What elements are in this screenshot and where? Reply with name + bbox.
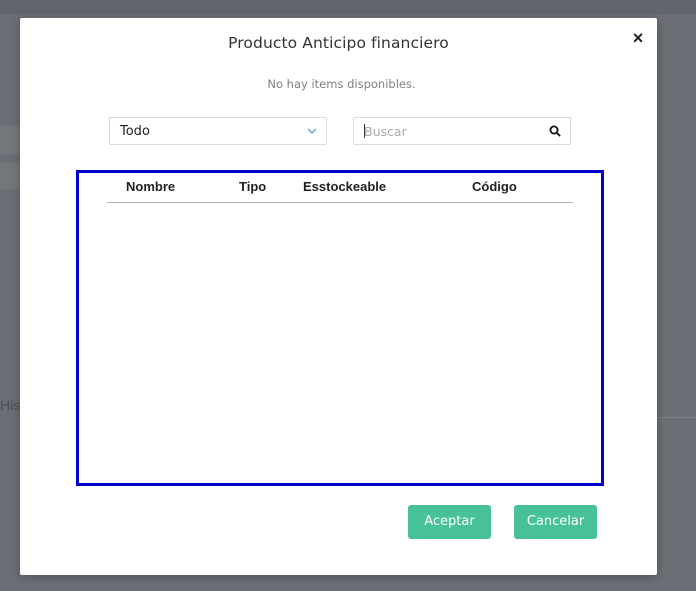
background-panel <box>0 126 20 154</box>
search-icon[interactable] <box>549 125 561 137</box>
background-panel <box>0 163 20 189</box>
column-header-esstockeable[interactable]: Esstockeable <box>303 179 386 194</box>
cancel-button[interactable]: Cancelar <box>514 505 597 539</box>
background-divider <box>657 417 696 418</box>
chevron-down-icon <box>307 128 317 134</box>
column-header-codigo[interactable]: Código <box>472 179 517 194</box>
column-header-tipo[interactable]: Tipo <box>239 179 266 194</box>
column-header-nombre[interactable]: Nombre <box>126 179 175 194</box>
modal-title: Producto Anticipo financiero <box>228 34 449 52</box>
table-header: Nombre Tipo Esstockeable Código <box>107 173 573 203</box>
accept-button[interactable]: Aceptar <box>408 505 491 539</box>
empty-message: No hay items disponibles. <box>267 77 416 91</box>
search-input[interactable] <box>364 123 544 139</box>
type-filter-select[interactable]: Todo <box>109 117 327 145</box>
product-modal: × Producto Anticipo financiero No hay it… <box>20 18 657 575</box>
background-topbar <box>0 0 696 14</box>
search-field[interactable] <box>353 117 571 145</box>
type-filter-value: Todo <box>120 124 150 139</box>
products-table: Nombre Tipo Esstockeable Código <box>76 170 604 486</box>
